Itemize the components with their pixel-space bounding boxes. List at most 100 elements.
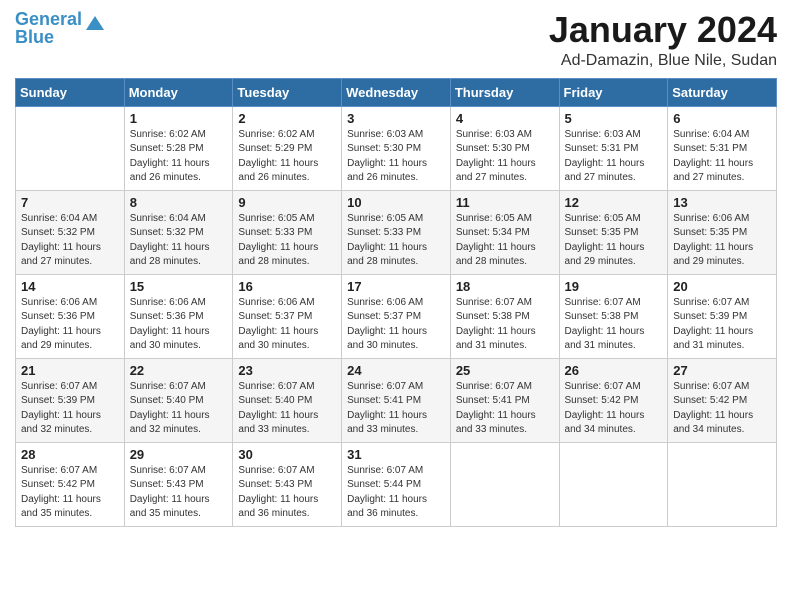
calendar-cell: 29Sunrise: 6:07 AMSunset: 5:43 PMDayligh…	[124, 442, 233, 526]
day-number: 30	[238, 447, 336, 462]
day-info: Sunrise: 6:07 AMSunset: 5:42 PMDaylight:…	[565, 380, 663, 438]
calendar-cell: 26 Sunrise: 6:07 AMSunset: 5:42 PMDayligh…	[559, 358, 668, 442]
calendar-cell: 3 Sunrise: 6:03 AMSunset: 5:30 PMDaylight…	[342, 106, 451, 190]
day-number: 22	[130, 363, 228, 378]
day-info: Sunrise: 6:06 AMSunset: 5:36 PMDaylight:…	[21, 296, 119, 354]
calendar-cell: 1Sunrise: 6:02 AMSunset: 5:28 PMDaylight…	[124, 106, 233, 190]
day-number: 13	[673, 195, 771, 210]
calendar-cell: 22 Sunrise: 6:07 AMSunset: 5:40 PMDayligh…	[124, 358, 233, 442]
calendar-cell: 20Sunrise: 6:07 AMSunset: 5:39 PMDayligh…	[668, 274, 777, 358]
calendar-cell: 14 Sunrise: 6:06 AMSunset: 5:36 PMDayligh…	[16, 274, 125, 358]
logo-blue: Blue	[15, 27, 54, 47]
calendar-cell	[668, 442, 777, 526]
day-info: Sunrise: 6:05 AMSunset: 5:33 PMDaylight:…	[238, 212, 336, 270]
day-info: Sunrise: 6:06 AMSunset: 5:36 PMDaylight:…	[130, 296, 228, 354]
day-info: Sunrise: 6:02 AMSunset: 5:28 PMDaylight:…	[130, 128, 228, 186]
weekday-wednesday: Wednesday	[342, 78, 451, 106]
day-number: 27	[673, 363, 771, 378]
logo-general: General	[15, 9, 82, 29]
day-number: 3	[347, 111, 445, 126]
day-number: 19	[565, 279, 663, 294]
week-row-5: 28Sunrise: 6:07 AMSunset: 5:42 PMDayligh…	[16, 442, 777, 526]
weekday-sunday: Sunday	[16, 78, 125, 106]
weekday-friday: Friday	[559, 78, 668, 106]
day-info: Sunrise: 6:07 AMSunset: 5:38 PMDaylight:…	[565, 296, 663, 354]
calendar-cell: 5Sunrise: 6:03 AMSunset: 5:31 PMDaylight…	[559, 106, 668, 190]
day-info: Sunrise: 6:04 AMSunset: 5:31 PMDaylight:…	[673, 128, 771, 186]
day-info: Sunrise: 6:05 AMSunset: 5:33 PMDaylight:…	[347, 212, 445, 270]
day-info: Sunrise: 6:07 AMSunset: 5:42 PMDaylight:…	[673, 380, 771, 438]
calendar-cell: 2Sunrise: 6:02 AMSunset: 5:29 PMDaylight…	[233, 106, 342, 190]
calendar-cell: 28Sunrise: 6:07 AMSunset: 5:42 PMDayligh…	[16, 442, 125, 526]
day-info: Sunrise: 6:03 AMSunset: 5:30 PMDaylight:…	[347, 128, 445, 186]
day-info: Sunrise: 6:07 AMSunset: 5:44 PMDaylight:…	[347, 464, 445, 522]
day-number: 21	[21, 363, 119, 378]
calendar-cell: 18 Sunrise: 6:07 AMSunset: 5:38 PMDayligh…	[450, 274, 559, 358]
calendar-cell: 12Sunrise: 6:05 AMSunset: 5:35 PMDayligh…	[559, 190, 668, 274]
day-info: Sunrise: 6:06 AMSunset: 5:37 PMDaylight:…	[347, 296, 445, 354]
calendar-cell: 19 Sunrise: 6:07 AMSunset: 5:38 PMDayligh…	[559, 274, 668, 358]
day-info: Sunrise: 6:03 AMSunset: 5:30 PMDaylight:…	[456, 128, 554, 186]
day-number: 9	[238, 195, 336, 210]
page: General Blue January 2024 Ad-Damazin, Bl…	[0, 0, 792, 612]
day-number: 15	[130, 279, 228, 294]
week-row-3: 14 Sunrise: 6:06 AMSunset: 5:36 PMDayligh…	[16, 274, 777, 358]
day-info: Sunrise: 6:07 AMSunset: 5:39 PMDaylight:…	[21, 380, 119, 438]
calendar-cell	[16, 106, 125, 190]
calendar-cell: 8 Sunrise: 6:04 AMSunset: 5:32 PMDaylight…	[124, 190, 233, 274]
day-info: Sunrise: 6:04 AMSunset: 5:32 PMDaylight:…	[21, 212, 119, 270]
title-block: January 2024 Ad-Damazin, Blue Nile, Suda…	[549, 10, 777, 70]
day-number: 12	[565, 195, 663, 210]
day-number: 5	[565, 111, 663, 126]
day-number: 4	[456, 111, 554, 126]
day-info: Sunrise: 6:07 AMSunset: 5:43 PMDaylight:…	[130, 464, 228, 522]
month-title: January 2024	[549, 10, 777, 50]
calendar-cell: 31 Sunrise: 6:07 AMSunset: 5:44 PMDayligh…	[342, 442, 451, 526]
logo: General Blue	[15, 10, 106, 46]
calendar-cell: 30 Sunrise: 6:07 AMSunset: 5:43 PMDayligh…	[233, 442, 342, 526]
calendar-cell: 10 Sunrise: 6:05 AMSunset: 5:33 PMDayligh…	[342, 190, 451, 274]
calendar-cell: 24Sunrise: 6:07 AMSunset: 5:41 PMDayligh…	[342, 358, 451, 442]
day-number: 14	[21, 279, 119, 294]
week-row-2: 7Sunrise: 6:04 AMSunset: 5:32 PMDaylight…	[16, 190, 777, 274]
day-number: 2	[238, 111, 336, 126]
day-number: 16	[238, 279, 336, 294]
day-info: Sunrise: 6:04 AMSunset: 5:32 PMDaylight:…	[130, 212, 228, 270]
day-number: 6	[673, 111, 771, 126]
day-info: Sunrise: 6:07 AMSunset: 5:40 PMDaylight:…	[130, 380, 228, 438]
day-number: 18	[456, 279, 554, 294]
day-number: 23	[238, 363, 336, 378]
calendar-cell: 15 Sunrise: 6:06 AMSunset: 5:36 PMDayligh…	[124, 274, 233, 358]
weekday-tuesday: Tuesday	[233, 78, 342, 106]
week-row-1: 1Sunrise: 6:02 AMSunset: 5:28 PMDaylight…	[16, 106, 777, 190]
weekday-header-row: SundayMondayTuesdayWednesdayThursdayFrid…	[16, 78, 777, 106]
calendar-table: SundayMondayTuesdayWednesdayThursdayFrid…	[15, 78, 777, 527]
day-number: 31	[347, 447, 445, 462]
day-number: 26	[565, 363, 663, 378]
calendar-cell: 17 Sunrise: 6:06 AMSunset: 5:37 PMDayligh…	[342, 274, 451, 358]
day-info: Sunrise: 6:07 AMSunset: 5:42 PMDaylight:…	[21, 464, 119, 522]
calendar-cell: 13 Sunrise: 6:06 AMSunset: 5:35 PMDayligh…	[668, 190, 777, 274]
day-number: 8	[130, 195, 228, 210]
calendar-cell: 4 Sunrise: 6:03 AMSunset: 5:30 PMDaylight…	[450, 106, 559, 190]
day-info: Sunrise: 6:07 AMSunset: 5:43 PMDaylight:…	[238, 464, 336, 522]
header: General Blue January 2024 Ad-Damazin, Bl…	[15, 10, 777, 70]
calendar-cell	[450, 442, 559, 526]
day-number: 20	[673, 279, 771, 294]
day-number: 17	[347, 279, 445, 294]
day-info: Sunrise: 6:07 AMSunset: 5:38 PMDaylight:…	[456, 296, 554, 354]
calendar-cell: 7Sunrise: 6:04 AMSunset: 5:32 PMDaylight…	[16, 190, 125, 274]
calendar-cell: 11Sunrise: 6:05 AMSunset: 5:34 PMDayligh…	[450, 190, 559, 274]
logo-text: General Blue	[15, 10, 82, 46]
calendar-cell	[559, 442, 668, 526]
weekday-thursday: Thursday	[450, 78, 559, 106]
calendar-cell: 25Sunrise: 6:07 AMSunset: 5:41 PMDayligh…	[450, 358, 559, 442]
location-title: Ad-Damazin, Blue Nile, Sudan	[549, 52, 777, 70]
day-info: Sunrise: 6:06 AMSunset: 5:35 PMDaylight:…	[673, 212, 771, 270]
calendar-cell: 9 Sunrise: 6:05 AMSunset: 5:33 PMDaylight…	[233, 190, 342, 274]
day-number: 10	[347, 195, 445, 210]
day-number: 24	[347, 363, 445, 378]
calendar-cell: 6 Sunrise: 6:04 AMSunset: 5:31 PMDaylight…	[668, 106, 777, 190]
calendar-cell: 16Sunrise: 6:06 AMSunset: 5:37 PMDayligh…	[233, 274, 342, 358]
day-number: 25	[456, 363, 554, 378]
